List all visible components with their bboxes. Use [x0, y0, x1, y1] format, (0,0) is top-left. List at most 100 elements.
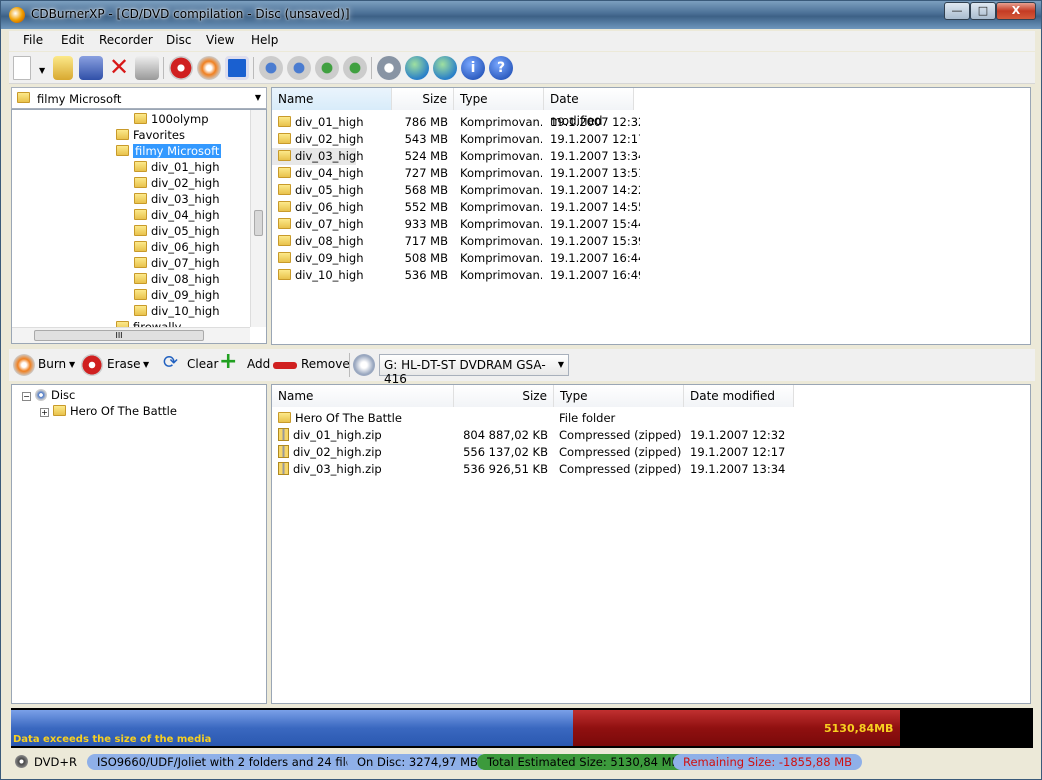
info-drive-icon[interactable]: [287, 56, 311, 80]
new-icon[interactable]: [13, 56, 31, 80]
tree-node[interactable]: div_02_high: [134, 175, 220, 191]
hscroll-thumb[interactable]: III: [34, 330, 204, 341]
info-disc-icon[interactable]: [259, 56, 283, 80]
scroll-thumb[interactable]: [254, 210, 263, 236]
burn-disc-icon[interactable]: [197, 56, 221, 80]
erase-icon[interactable]: [81, 354, 103, 376]
refresh-icon[interactable]: ⟳: [163, 352, 178, 373]
menu-help[interactable]: Help: [251, 33, 278, 47]
add-icon[interactable]: +: [219, 349, 237, 374]
delete-icon[interactable]: ✕: [107, 55, 131, 80]
tree-node[interactable]: firewally: [116, 319, 181, 327]
col-date[interactable]: Date modified: [544, 88, 634, 128]
col-date[interactable]: Date modified: [684, 385, 794, 407]
tree-node[interactable]: div_09_high: [134, 287, 220, 303]
open-icon[interactable]: [53, 56, 73, 80]
folder-combo[interactable]: filmy Microsoft ▼: [11, 87, 267, 109]
cell-size: 933 MB: [404, 217, 448, 231]
table-row[interactable]: div_09_high 508 MB Komprimovan... 19.1.2007…: [272, 250, 640, 267]
table-row[interactable]: div_02_high.zip 556 137,02 KB Compressed (…: [272, 444, 792, 461]
import-icon[interactable]: [315, 56, 339, 80]
about-icon[interactable]: i: [461, 56, 485, 80]
save-icon[interactable]: [79, 56, 103, 80]
status-bar: DVD+R ISO9660/UDF/Joliet with 2 folders …: [9, 751, 1035, 773]
table-row[interactable]: div_10_high 536 MB Komprimovan... 19.1.2007…: [272, 267, 640, 284]
remove-button[interactable]: Remove: [301, 357, 350, 371]
tree-node[interactable]: Favorites: [116, 127, 185, 143]
cell-size: 543 MB: [404, 132, 448, 146]
table-row[interactable]: div_03_high.zip 536 926,51 KB Compressed (…: [272, 461, 792, 478]
col-size[interactable]: Size: [392, 88, 454, 110]
chevron-down-icon[interactable]: ▼: [69, 360, 75, 369]
tree-node[interactable]: div_08_high: [134, 271, 220, 287]
cell-name: div_03_high: [278, 148, 390, 165]
table-row[interactable]: div_03_high 524 MB Komprimovan... 19.1.2007…: [272, 148, 640, 165]
table-row[interactable]: div_06_high 552 MB Komprimovan... 19.1.2007…: [272, 199, 640, 216]
drive-select[interactable]: G: HL-DT-ST DVDRAM GSA-416 ▼: [379, 354, 569, 386]
menu-recorder[interactable]: Recorder: [99, 33, 153, 47]
burn-button[interactable]: Burn: [38, 357, 66, 371]
cell-name: div_10_high: [278, 267, 390, 284]
dropdown-arrow-icon[interactable]: ▼: [39, 66, 45, 75]
tree-node[interactable]: 100olymp: [134, 111, 209, 127]
col-name[interactable]: Name: [272, 385, 454, 407]
menu-file[interactable]: File: [23, 33, 43, 47]
erase-button[interactable]: Erase: [107, 357, 141, 371]
col-type[interactable]: Type: [454, 88, 544, 110]
close-button[interactable]: X: [996, 2, 1036, 20]
cell-size: 524 MB: [404, 149, 448, 163]
print-icon[interactable]: [135, 56, 159, 80]
menu-edit[interactable]: Edit: [61, 33, 84, 47]
maximize-button[interactable]: □: [970, 2, 996, 20]
table-row[interactable]: div_05_high 568 MB Komprimovan... 19.1.2007…: [272, 182, 640, 199]
col-type[interactable]: Type: [554, 385, 684, 407]
app-icon: [9, 7, 25, 23]
table-row[interactable]: Hero Of The Battle File folder: [272, 410, 792, 427]
chevron-down-icon[interactable]: ▼: [143, 360, 149, 369]
chevron-down-icon[interactable]: ▼: [558, 360, 564, 369]
table-row[interactable]: div_01_high.zip 804 887,02 KB Compressed (…: [272, 427, 792, 444]
clear-button[interactable]: Clear: [187, 357, 218, 371]
minimize-button[interactable]: —: [944, 2, 970, 20]
tree-node[interactable]: div_10_high: [134, 303, 220, 319]
burn-icon[interactable]: [13, 354, 35, 376]
tree-node[interactable]: div_03_high: [134, 191, 220, 207]
folder-icon: [278, 133, 291, 144]
globe-icon[interactable]: [433, 56, 457, 80]
col-size[interactable]: Size: [454, 385, 554, 407]
table-row[interactable]: div_04_high 727 MB Komprimovan... 19.1.2007…: [272, 165, 640, 182]
remove-icon[interactable]: [273, 362, 297, 369]
cell-name: div_01_high.zip: [278, 427, 452, 444]
tree-node[interactable]: div_07_high: [134, 255, 220, 271]
add-button[interactable]: Add: [247, 357, 270, 371]
chevron-down-icon[interactable]: ▼: [255, 93, 261, 102]
settings-icon[interactable]: [377, 56, 401, 80]
disc-tree: − Disc + Hero Of The Battle: [11, 384, 267, 704]
media-type[interactable]: DVD+R: [11, 754, 87, 770]
web-icon[interactable]: [405, 56, 429, 80]
tree-vscroll[interactable]: [250, 110, 266, 327]
cell-type: File folder: [559, 411, 616, 425]
table-row[interactable]: div_02_high 543 MB Komprimovan... 19.1.2007…: [272, 131, 640, 148]
menu-view[interactable]: View: [206, 33, 234, 47]
folder-icon: [278, 167, 291, 178]
cell-name: div_02_high: [278, 131, 390, 148]
help-icon[interactable]: ?: [489, 56, 513, 80]
tree-node[interactable]: div_06_high: [134, 239, 220, 255]
tree-node-selected[interactable]: filmy Microsoft: [116, 143, 222, 159]
table-row[interactable]: div_07_high 933 MB Komprimovan... 19.1.2007…: [272, 216, 640, 233]
cell-date: 19.1.2007 16:44: [550, 251, 640, 265]
export-icon[interactable]: [343, 56, 367, 80]
tree-node[interactable]: div_05_high: [134, 223, 220, 239]
erase-disc-icon[interactable]: [169, 56, 193, 80]
tree-node-folder[interactable]: + Hero Of The Battle: [40, 403, 177, 419]
blue-square-icon[interactable]: [225, 56, 249, 80]
col-name[interactable]: Name: [272, 88, 392, 110]
tree-node[interactable]: div_04_high: [134, 207, 220, 223]
table-row[interactable]: div_01_high 786 MB Komprimovan... 19.1.2007…: [272, 114, 640, 131]
tree-node[interactable]: div_01_high: [134, 159, 220, 175]
table-row[interactable]: div_08_high 717 MB Komprimovan... 19.1.2007…: [272, 233, 640, 250]
tree-hscroll[interactable]: III: [12, 327, 250, 343]
menu-disc[interactable]: Disc: [166, 33, 191, 47]
tree-node-disc[interactable]: − Disc: [22, 387, 75, 403]
